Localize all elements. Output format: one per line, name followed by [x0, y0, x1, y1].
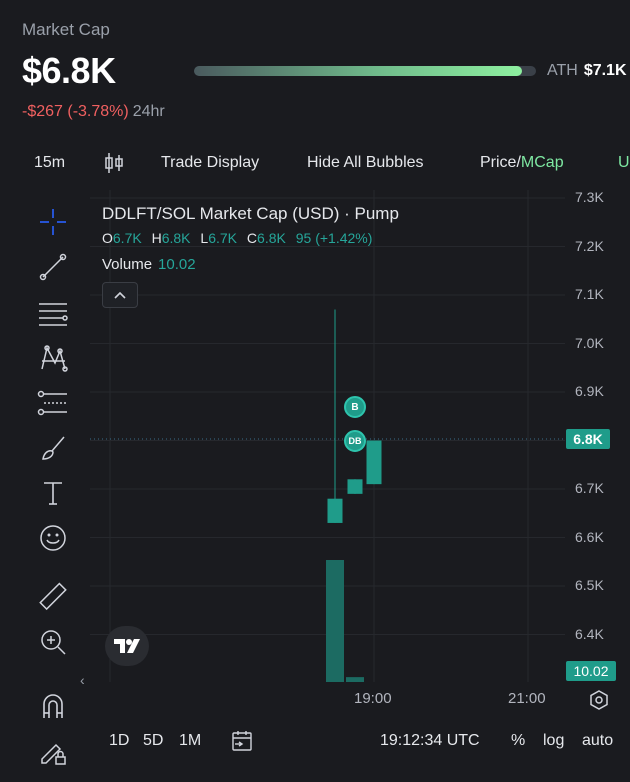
volume-bar: [326, 560, 344, 682]
volume-label: Volume: [102, 256, 153, 273]
ruler-icon[interactable]: [36, 580, 70, 614]
y-tick-label: 6.6K: [575, 528, 604, 545]
percent-scale-button[interactable]: %: [511, 732, 525, 750]
current-volume-tag: 10.02: [566, 661, 616, 681]
auto-scale-button[interactable]: auto: [582, 732, 613, 750]
collapse-legend-button[interactable]: [102, 282, 138, 308]
buy-bubble[interactable]: B: [344, 396, 366, 418]
open-label: O: [102, 230, 113, 246]
magnet-icon[interactable]: [36, 690, 70, 724]
volume-legend: Volume 10.02: [102, 256, 196, 273]
text-tool-icon[interactable]: [36, 476, 70, 510]
candle-body: [366, 440, 382, 485]
range-5d-button[interactable]: 5D: [143, 732, 163, 750]
open-value: 6.7K: [112, 230, 142, 246]
y-tick-label: 6.7K: [575, 480, 604, 496]
x-tick-label: 19:00: [354, 690, 392, 707]
change-value: 95 (+1.42%): [295, 230, 373, 246]
ohlc-values: O6.7K H6.8K L6.7K C6.8K 95 (+1.42%): [102, 230, 378, 246]
go-to-date-icon[interactable]: [230, 729, 254, 758]
y-tick-label: 6.4K: [575, 625, 604, 642]
high-value: 6.8K: [161, 230, 191, 246]
y-tick-label: 7.3K: [575, 189, 604, 205]
chevron-up-icon: [114, 291, 126, 299]
utc-clock[interactable]: 19:12:34 UTC: [380, 732, 480, 750]
y-tick-label: 7.0K: [575, 334, 604, 351]
fibonacci-icon[interactable]: [36, 386, 70, 420]
y-tick-label: 6.9K: [575, 383, 604, 399]
trend-line-icon[interactable]: [36, 250, 70, 284]
volume-value: 10.02: [158, 256, 196, 273]
x-tick-label: 21:00: [508, 690, 546, 707]
log-scale-button[interactable]: log: [543, 732, 564, 750]
candle-body: [347, 479, 363, 494]
pattern-tool-icon[interactable]: [36, 341, 70, 375]
dev-buy-bubble[interactable]: DB: [344, 430, 366, 452]
low-value: 6.7K: [208, 230, 238, 246]
chart-legend-title: DDLFT/SOL Market Cap (USD) · Pump: [102, 204, 399, 223]
current-price-tag: 6.8K: [566, 429, 610, 449]
y-tick-label: 6.5K: [575, 577, 604, 593]
price-chart[interactable]: [0, 0, 630, 782]
zoom-in-icon[interactable]: [36, 625, 70, 659]
volume-bars: [326, 560, 364, 682]
candle-body: [327, 498, 343, 523]
crosshair-icon[interactable]: [36, 205, 70, 239]
close-value: 6.8K: [257, 230, 286, 246]
close-label: C: [246, 230, 258, 246]
y-tick-label: 7.1K: [575, 286, 604, 302]
brush-icon[interactable]: [36, 431, 70, 465]
y-tick-label: 7.2K: [575, 237, 604, 254]
tradingview-logo[interactable]: [105, 626, 149, 666]
volume-bar: [346, 677, 364, 682]
high-label: H: [151, 230, 162, 246]
bottom-bar: 1D 5D 1M 19:12:34 UTC % log auto: [0, 725, 630, 759]
emoji-icon[interactable]: [36, 521, 70, 555]
gear-icon[interactable]: [589, 690, 609, 715]
horizontal-lines-icon[interactable]: [36, 296, 70, 330]
collapse-toolbar-icon[interactable]: ‹: [80, 672, 85, 688]
range-1m-button[interactable]: 1M: [179, 732, 201, 750]
range-1d-button[interactable]: 1D: [109, 732, 129, 750]
